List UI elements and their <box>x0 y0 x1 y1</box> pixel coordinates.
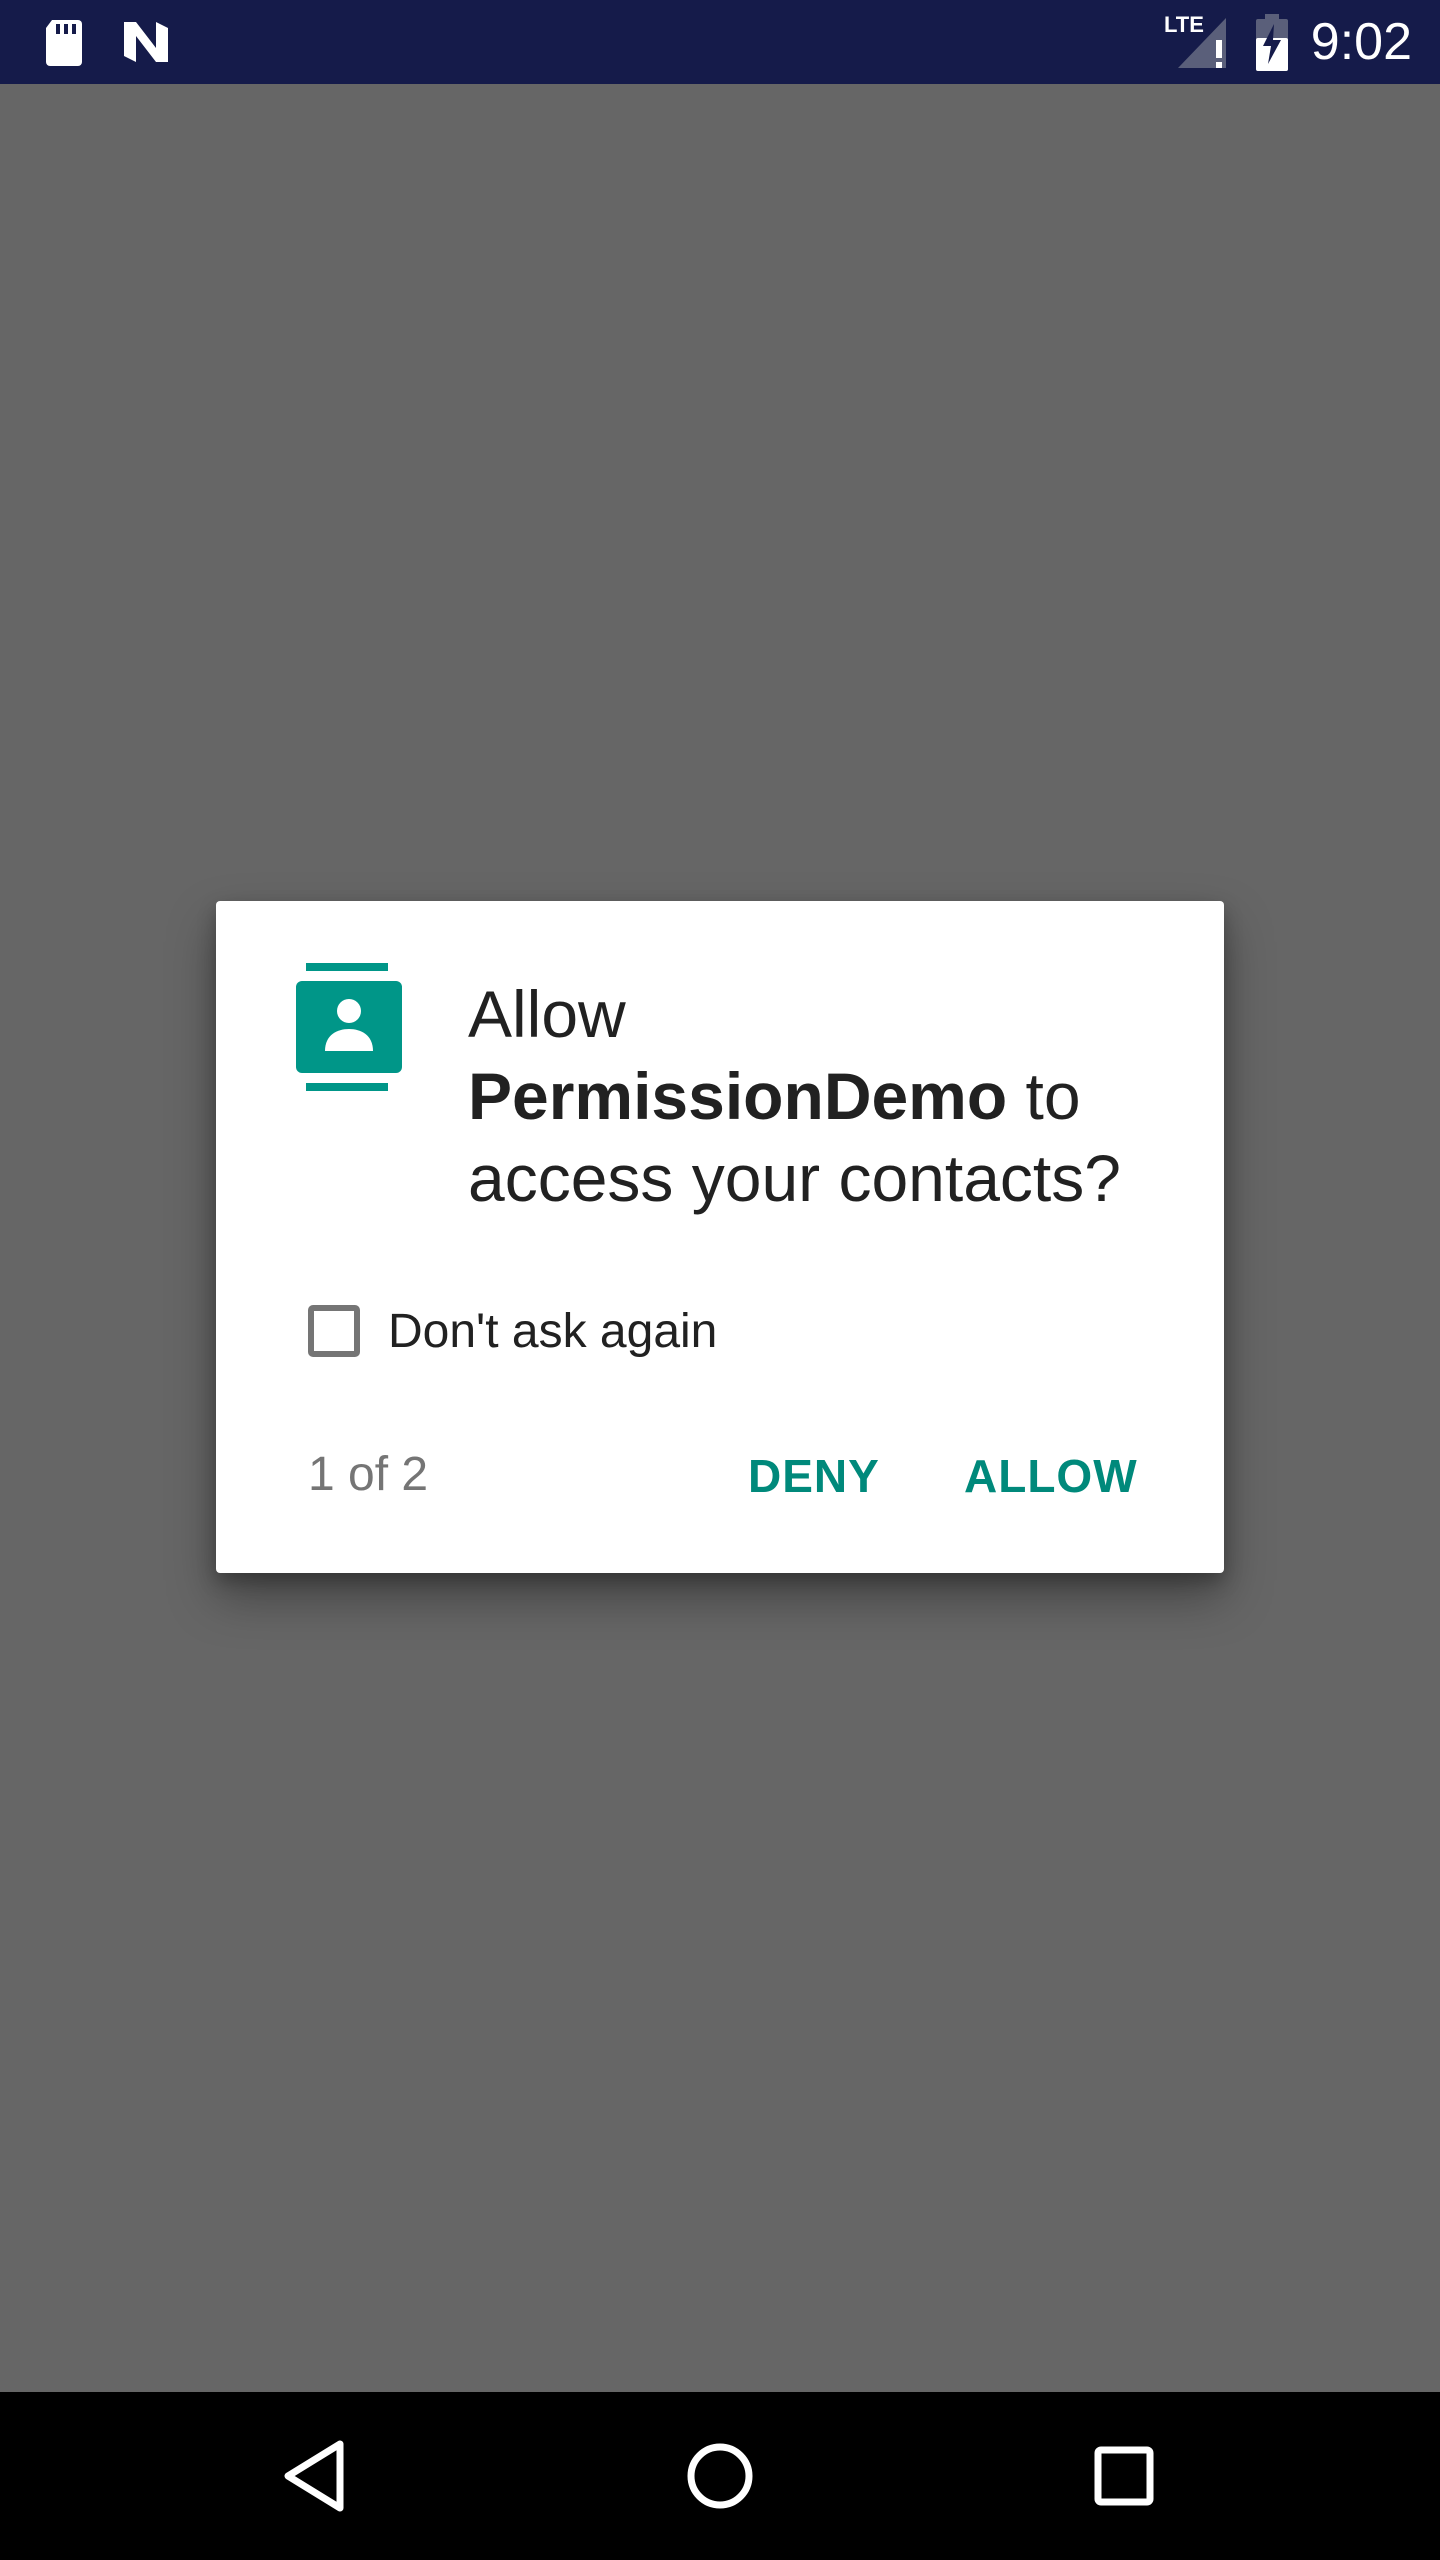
contacts-icon <box>296 963 402 1091</box>
title-suffix-2: access your contacts? <box>468 1141 1121 1215</box>
status-clock: 9:02 <box>1310 13 1412 71</box>
status-bar: LTE 9:02 <box>0 0 1440 84</box>
dialog-title: Allow PermissionDemo to access your cont… <box>468 973 1188 1219</box>
allow-button[interactable]: ALLOW <box>944 1421 1158 1531</box>
permission-counter: 1 of 2 <box>308 1448 429 1501</box>
dont-ask-again-checkbox[interactable] <box>308 1305 360 1357</box>
back-icon[interactable] <box>266 2426 366 2526</box>
app-name: PermissionDemo <box>468 1059 1008 1133</box>
deny-button[interactable]: DENY <box>728 1421 900 1531</box>
dont-ask-again-label[interactable]: Don't ask again <box>388 1304 717 1359</box>
home-icon[interactable] <box>670 2426 770 2526</box>
dont-ask-again-row[interactable]: Don't ask again <box>308 1299 717 1363</box>
permission-dialog: Allow PermissionDemo to access your cont… <box>216 901 1224 1573</box>
battery-charging-icon <box>1256 14 1288 71</box>
navigation-bar <box>0 2392 1440 2560</box>
recents-icon[interactable] <box>1074 2426 1174 2526</box>
lte-signal-icon <box>1178 18 1226 68</box>
android-n-icon <box>124 22 168 62</box>
title-suffix-1: to <box>1025 1059 1081 1133</box>
sd-card-icon <box>46 20 82 66</box>
title-prefix: Allow <box>468 977 626 1051</box>
